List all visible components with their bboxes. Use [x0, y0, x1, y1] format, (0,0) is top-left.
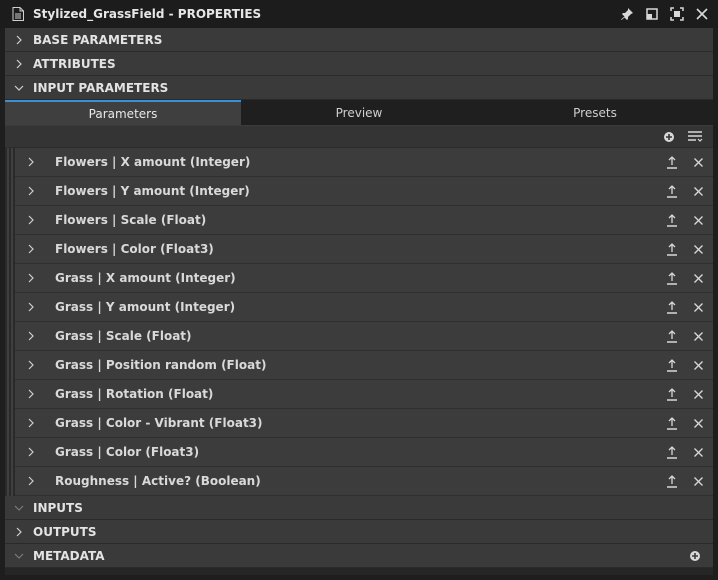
parameter-label: Grass | X amount (Integer): [55, 271, 236, 285]
parameter-label: Grass | Scale (Float): [55, 329, 192, 343]
chevron-right-icon[interactable]: [23, 212, 39, 228]
parameter-list: Flowers | X amount (Integer) Flowers | Y …: [5, 148, 713, 496]
upload-icon[interactable]: [665, 213, 679, 227]
upload-icon[interactable]: [665, 474, 679, 488]
parameter-label: Grass | Color - Vibrant (Float3): [55, 416, 263, 430]
upload-icon[interactable]: [665, 416, 679, 430]
chevron-down-icon: [11, 80, 27, 96]
parameter-label: Flowers | Color (Float3): [55, 242, 214, 256]
chevron-right-icon[interactable]: [23, 444, 39, 460]
parameter-label: Flowers | Scale (Float): [55, 213, 207, 227]
upload-icon[interactable]: [665, 358, 679, 372]
upload-icon[interactable]: [665, 184, 679, 198]
chevron-down-icon: [11, 548, 27, 564]
section-outputs[interactable]: OUTPUTS: [5, 520, 713, 544]
upload-icon[interactable]: [665, 300, 679, 314]
chevron-right-icon: [11, 32, 27, 48]
chevron-right-icon[interactable]: [23, 357, 39, 373]
section-label: INPUT PARAMETERS: [33, 80, 169, 95]
chevron-right-icon[interactable]: [23, 154, 39, 170]
chevron-right-icon: [11, 56, 27, 72]
close-x-icon[interactable]: [691, 358, 705, 372]
chevron-right-icon[interactable]: [23, 473, 39, 489]
section-input-parameters[interactable]: INPUT PARAMETERS: [5, 76, 713, 100]
chevron-right-icon[interactable]: [23, 415, 39, 431]
parameter-label: Grass | Y amount (Integer): [55, 300, 236, 314]
close-x-icon[interactable]: [691, 387, 705, 401]
tab-preview[interactable]: Preview: [241, 100, 477, 125]
chevron-right-icon[interactable]: [23, 386, 39, 402]
chevron-right-icon[interactable]: [23, 299, 39, 315]
chevron-down-icon: [11, 500, 27, 516]
properties-panel: BASE PARAMETERS ATTRIBUTES INPUT PARAMET…: [5, 28, 713, 575]
parameter-row[interactable]: Flowers | Color (Float3): [15, 235, 713, 264]
parameter-row[interactable]: Grass | Color - Vibrant (Float3): [15, 409, 713, 438]
close-x-icon[interactable]: [691, 329, 705, 343]
chevron-right-icon[interactable]: [23, 328, 39, 344]
parameter-row[interactable]: Grass | Position random (Float): [15, 351, 713, 380]
section-label: ATTRIBUTES: [33, 56, 116, 71]
parameter-row[interactable]: Flowers | X amount (Integer): [15, 148, 713, 177]
close-x-icon[interactable]: [691, 242, 705, 256]
section-label: BASE PARAMETERS: [33, 32, 163, 47]
restore-window-icon[interactable]: [643, 6, 660, 23]
parameter-label: Flowers | X amount (Integer): [55, 155, 251, 169]
parameters-toolbar: [5, 126, 713, 148]
upload-icon[interactable]: [665, 387, 679, 401]
parameter-label: Flowers | Y amount (Integer): [55, 184, 250, 198]
upload-icon[interactable]: [665, 242, 679, 256]
upload-icon[interactable]: [665, 445, 679, 459]
tab-bar: Parameters Preview Presets: [5, 100, 713, 126]
chevron-right-icon[interactable]: [23, 241, 39, 257]
parameter-label: Grass | Rotation (Float): [55, 387, 214, 401]
parameter-row[interactable]: Flowers | Y amount (Integer): [15, 177, 713, 206]
section-label: INPUTS: [33, 500, 83, 515]
upload-icon[interactable]: [665, 155, 679, 169]
close-x-icon[interactable]: [691, 474, 705, 488]
close-x-icon[interactable]: [691, 155, 705, 169]
close-x-icon[interactable]: [691, 300, 705, 314]
parameter-row[interactable]: Roughness | Active? (Boolean): [15, 467, 713, 496]
section-label: METADATA: [33, 548, 105, 563]
section-attributes[interactable]: ATTRIBUTES: [5, 52, 713, 76]
close-icon[interactable]: [693, 6, 710, 23]
close-x-icon[interactable]: [691, 213, 705, 227]
parameter-row[interactable]: Grass | X amount (Integer): [15, 264, 713, 293]
parameter-row[interactable]: Flowers | Scale (Float): [15, 206, 713, 235]
add-circle-icon[interactable]: [689, 550, 701, 562]
parameter-label: Roughness | Active? (Boolean): [55, 474, 261, 488]
parameter-row[interactable]: Grass | Color (Float3): [15, 438, 713, 467]
parameter-row[interactable]: Grass | Y amount (Integer): [15, 293, 713, 322]
add-circle-icon[interactable]: [661, 129, 677, 145]
close-x-icon[interactable]: [691, 271, 705, 285]
close-x-icon[interactable]: [691, 184, 705, 198]
close-x-icon[interactable]: [691, 445, 705, 459]
upload-icon[interactable]: [665, 271, 679, 285]
tab-presets[interactable]: Presets: [477, 100, 713, 125]
close-x-icon[interactable]: [691, 416, 705, 430]
parameter-label: Grass | Position random (Float): [55, 358, 267, 372]
title-bar: Stylized_GrassField - PROPERTIES: [0, 0, 718, 28]
section-label: OUTPUTS: [33, 524, 97, 539]
chevron-right-icon[interactable]: [23, 183, 39, 199]
parameter-row[interactable]: Grass | Scale (Float): [15, 322, 713, 351]
parameter-row[interactable]: Grass | Rotation (Float): [15, 380, 713, 409]
section-metadata[interactable]: METADATA: [5, 544, 713, 568]
parameter-label: Grass | Color (Float3): [55, 445, 200, 459]
chevron-right-icon[interactable]: [23, 270, 39, 286]
tab-parameters[interactable]: Parameters: [5, 100, 241, 125]
chevron-right-icon: [11, 524, 27, 540]
document-icon: [12, 7, 24, 21]
pin-icon[interactable]: [618, 6, 635, 23]
window-title: Stylized_GrassField - PROPERTIES: [33, 7, 262, 21]
section-base-parameters[interactable]: BASE PARAMETERS: [5, 28, 713, 52]
filter-menu-icon[interactable]: [687, 129, 703, 145]
maximize-icon[interactable]: [668, 6, 685, 23]
upload-icon[interactable]: [665, 329, 679, 343]
section-inputs[interactable]: INPUTS: [5, 496, 713, 520]
